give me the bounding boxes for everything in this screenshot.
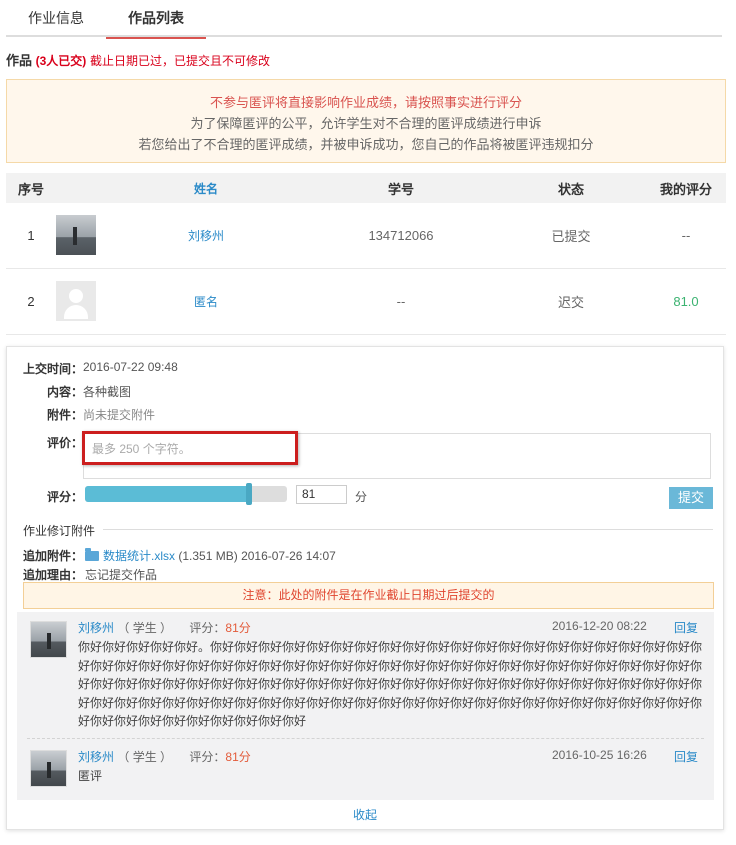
comment-score-value: 81分 (225, 750, 251, 764)
comment-role: （ 学生 ） (117, 621, 173, 635)
append-attachment-label: 追加附件： (23, 549, 84, 563)
notice-line-1: 不参与匿评将直接影响作业成绩，请按照事实进行评分 (209, 95, 522, 110)
append-file-size: (1.351 MB) (178, 549, 238, 563)
append-reason-label: 追加理由： (23, 568, 84, 582)
append-reason: 忘记提交作品 (85, 568, 158, 582)
content-value: 各种截图 (83, 385, 132, 399)
table-row[interactable]: 2 匿名 -- 迟交 81.0 (6, 269, 726, 335)
avatar (30, 750, 67, 787)
tab-homework-info[interactable]: 作业信息 (26, 8, 86, 37)
comment-score-value: 81分 (225, 621, 251, 635)
submit-time-label: 上交时间： (23, 362, 84, 376)
comment-body: 你好你好你好你好你好。你好你好你好你好你好你好你好你好你好你好你好你好你好你好你… (78, 640, 703, 728)
comment-divider (27, 738, 704, 739)
comment-author: 刘移州 （ 学生 ） 评分：81分 (78, 748, 278, 765)
late-attachment-warning: 注意：此处的附件是在作业截止日期过后提交的 (23, 582, 714, 609)
score-label: 评分： (46, 490, 83, 504)
comment-time: 2016-10-25 16:26 (552, 748, 647, 762)
comment-list: 刘移州 （ 学生 ） 评分：81分 2016-12-20 08:22 回复 你好… (17, 612, 714, 800)
score-slider[interactable] (85, 483, 287, 505)
header-score: 我的评分 (659, 181, 712, 197)
comment-body: 匿评 (78, 769, 103, 783)
submit-button[interactable]: 提交 (669, 487, 713, 509)
tab-bar: 作业信息 作品列表 (6, 0, 722, 39)
work-detail-panel: 上交时间： 2016-07-22 09:48 内容： 各种截图 附件： 尚未提交… (6, 346, 724, 830)
avatar (30, 621, 67, 658)
table-header: 序号 姓名 学号 状态 我的评分 (6, 173, 726, 203)
attachment-value: 尚未提交附件 (83, 408, 156, 422)
comment-input[interactable]: 最多 250 个字符。 (83, 433, 711, 479)
work-title: 作品 (6, 53, 33, 68)
comment-time: 2016-12-20 08:22 (552, 619, 647, 633)
comment-score: 评分：81分 (189, 750, 250, 764)
append-file-time: 2016-07-26 14:07 (241, 549, 336, 563)
avatar-placeholder-icon[interactable] (56, 281, 96, 321)
row-score: 81.0 (673, 294, 699, 309)
row-student-id: -- (396, 294, 406, 309)
comment-author-name[interactable]: 刘移州 (78, 750, 114, 764)
row-no: 1 (27, 228, 35, 243)
row-name: 刘移州 (187, 229, 224, 243)
comment-author-name[interactable]: 刘移州 (78, 621, 114, 635)
work-thumbnail[interactable] (56, 215, 96, 255)
comment-score-label: 评分： (189, 621, 226, 635)
attachment-label: 附件： (46, 408, 83, 422)
content-label: 内容： (46, 385, 83, 399)
notice-line-3: 若您给出了不合理的匿评成绩，并被申诉成功，您自己的作品将被匿评违规扣分 (138, 137, 594, 152)
comment-score-label: 评分： (189, 750, 226, 764)
work-header: 作品 (3人已交) 截止日期已过，已提交且不可修改 (6, 50, 270, 69)
deadline-note: 截止日期已过，已提交且不可修改 (89, 54, 270, 68)
reply-button[interactable]: 回复 (674, 748, 698, 765)
row-score: -- (681, 228, 691, 243)
comment-label: 评价： (46, 436, 83, 450)
append-file-link[interactable]: 数据统计.xlsx (103, 549, 175, 563)
comment-score: 评分：81分 (189, 621, 250, 635)
submit-time: 2016-07-22 09:48 (83, 360, 178, 374)
header-status: 状态 (557, 181, 584, 197)
append-attachment: 数据统计.xlsx (1.351 MB) 2016-07-26 14:07 (85, 547, 336, 564)
row-status: 迟交 (557, 295, 584, 310)
score-input[interactable]: 81 (296, 485, 347, 504)
header-name: 姓名 (193, 181, 218, 196)
comment-role: （ 学生 ） (117, 750, 173, 764)
revision-title: 作业修订附件 (23, 524, 96, 538)
submit-count: (3人已交) (35, 54, 87, 68)
header-id: 学号 (387, 181, 414, 197)
score-slider-handle[interactable] (246, 483, 252, 505)
header-no: 序号 (17, 181, 44, 197)
row-name: 匿名 (193, 295, 218, 309)
revision-divider (103, 529, 713, 530)
notice-line-2: 为了保障匿评的公平，允许学生对不合理的匿评成绩进行申诉 (190, 116, 542, 131)
collapse-link[interactable]: 收起 (7, 806, 723, 823)
row-no: 2 (27, 294, 35, 309)
folder-icon (85, 548, 99, 561)
work-table: 序号 姓名 学号 状态 我的评分 1 刘移州 134712066 已提交 -- … (6, 173, 726, 335)
comment-author: 刘移州 （ 学生 ） 评分：81分 (78, 619, 278, 636)
table-row[interactable]: 1 刘移州 134712066 已提交 -- (6, 203, 726, 269)
score-unit: 分 (355, 490, 368, 504)
score-slider-fill (85, 486, 249, 502)
notice-box: 不参与匿评将直接影响作业成绩，请按照事实进行评分 为了保障匿评的公平，允许学生对… (6, 79, 726, 163)
row-status: 已提交 (551, 229, 591, 244)
tab-work-list[interactable]: 作品列表 (106, 8, 206, 39)
reply-button[interactable]: 回复 (674, 619, 698, 636)
row-student-id: 134712066 (368, 228, 434, 243)
